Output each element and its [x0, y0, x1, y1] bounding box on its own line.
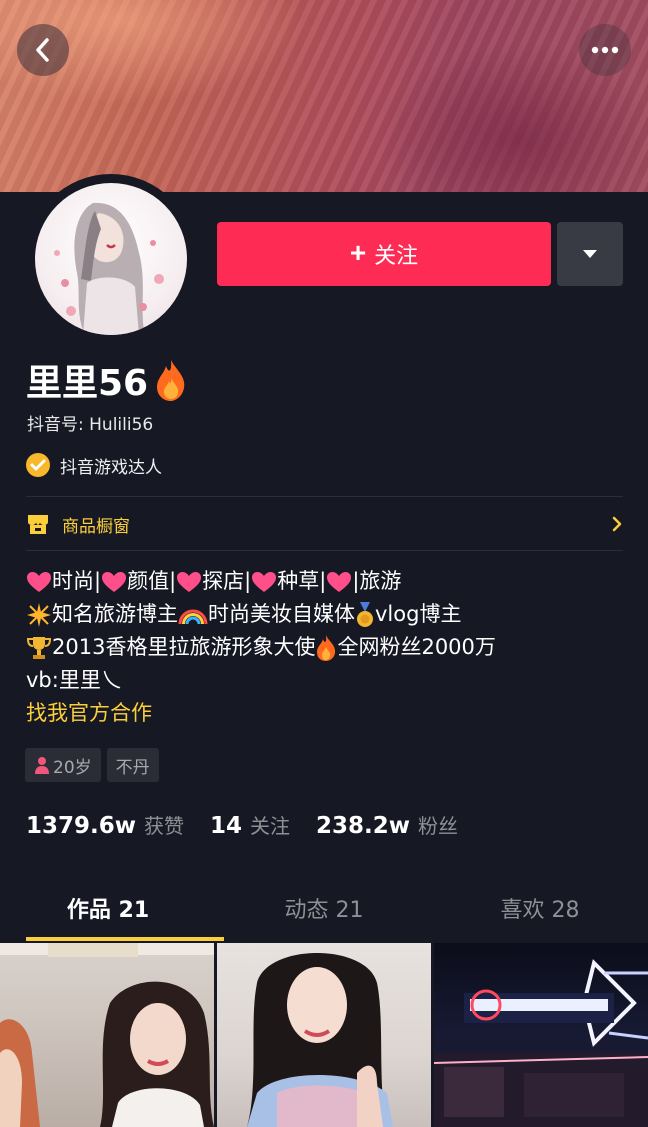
- verified-label: 抖音游戏达人: [60, 457, 162, 478]
- follow-button-label: 关注: [374, 243, 419, 268]
- divider: [26, 496, 623, 497]
- video-thumbnail[interactable]: [0, 943, 214, 1127]
- more-options-button[interactable]: [579, 24, 631, 76]
- verified-check-icon: [26, 453, 50, 477]
- shop-window-row[interactable]: 商品橱窗: [26, 500, 623, 548]
- profile-bio: 时尚| 颜值| 探店| 种草| |旅游 知名旅游博主 时尚美妆自媒体 vlog博…: [26, 565, 626, 731]
- bio-line-3: 2013香格里拉旅游形象大使 全网粉丝2000万: [26, 631, 626, 664]
- chevron-right-icon: [612, 516, 622, 532]
- recommend-dropdown-button[interactable]: [557, 222, 623, 286]
- bio-line-1: 时尚| 颜值| 探店| 种草| |旅游: [26, 565, 626, 598]
- plus-icon: +: [349, 236, 367, 268]
- follow-button[interactable]: + 关注: [217, 222, 551, 286]
- female-person-icon: [35, 757, 49, 774]
- tab-likes[interactable]: 喜欢 28: [432, 880, 648, 942]
- medal-icon: [357, 601, 373, 627]
- video-thumbnail[interactable]: [217, 943, 431, 1127]
- tab-dynamic[interactable]: 动态 21: [216, 880, 432, 942]
- rainbow-icon: [178, 609, 208, 624]
- divider: [26, 550, 623, 551]
- fire-icon: [157, 360, 185, 401]
- profile-tabs: 作品 21 动态 21 喜欢 28: [0, 880, 648, 942]
- avatar-image: [35, 183, 187, 335]
- shop-icon: [28, 515, 48, 534]
- caret-down-icon: [583, 250, 597, 258]
- sparkle-icon: [27, 602, 51, 627]
- tab-works[interactable]: 作品 21: [0, 880, 216, 942]
- profile-tags: 20岁 不丹: [25, 748, 159, 782]
- followers-count[interactable]: 238.2w: [316, 813, 410, 839]
- nickname-text: 里里56: [26, 363, 149, 404]
- more-dots-icon: [591, 46, 619, 54]
- bio-text: |旅游: [352, 569, 402, 593]
- heart-icon: [177, 571, 202, 592]
- video-grid: [0, 943, 648, 1127]
- bio-line-4: vb:里里乀: [26, 664, 626, 697]
- trophy-icon: [26, 636, 52, 659]
- heart-icon: [252, 571, 277, 592]
- avatar[interactable]: [26, 174, 196, 344]
- bio-text: 探店|: [202, 569, 252, 593]
- likes-count: 1379.6w: [26, 813, 137, 839]
- back-button[interactable]: [17, 24, 69, 76]
- profile-nickname: 里里56: [26, 352, 188, 408]
- chevron-left-icon: [36, 38, 49, 62]
- age-tag-label: 20岁: [53, 757, 92, 778]
- verified-badge-row: 抖音游戏达人: [25, 450, 162, 480]
- fire-icon: [317, 634, 336, 661]
- likes-label: 获赞: [144, 814, 185, 838]
- location-tag-label: 不丹: [115, 757, 150, 778]
- bio-text: 时尚|: [52, 569, 102, 593]
- heart-icon: [327, 571, 352, 592]
- bio-text: 种草|: [277, 569, 327, 593]
- location-tag: 不丹: [106, 748, 159, 782]
- heart-icon: [27, 571, 51, 592]
- profile-cover-image: [0, 0, 648, 192]
- heart-icon: [102, 571, 127, 592]
- followers-label[interactable]: 粉丝: [418, 810, 458, 839]
- official-cooperation-link[interactable]: 找我官方合作: [26, 697, 626, 731]
- following-label[interactable]: 关注: [250, 810, 290, 839]
- following-count[interactable]: 14: [210, 813, 242, 839]
- bio-text: 知名旅游博主: [52, 602, 178, 626]
- bio-text: vb:里里乀: [26, 668, 122, 692]
- bio-text: 2013香格里拉旅游形象大使: [52, 635, 316, 659]
- active-tab-indicator: [26, 937, 224, 941]
- video-thumbnail[interactable]: [434, 943, 648, 1127]
- shop-window-label: 商品橱窗: [62, 516, 130, 537]
- profile-stats: 1379.6w 获赞 14 关注 238.2w 粉丝: [26, 810, 484, 846]
- bio-text: vlog博主: [375, 602, 462, 626]
- douyin-id[interactable]: 抖音号: Hulili56: [27, 412, 153, 438]
- bio-line-2: 知名旅游博主 时尚美妆自媒体 vlog博主: [26, 598, 626, 631]
- bio-text: 时尚美妆自媒体: [208, 602, 355, 626]
- bio-text: 全网粉丝2000万: [337, 635, 496, 659]
- bio-text: 颜值|: [127, 569, 177, 593]
- age-tag: 20岁: [25, 748, 101, 782]
